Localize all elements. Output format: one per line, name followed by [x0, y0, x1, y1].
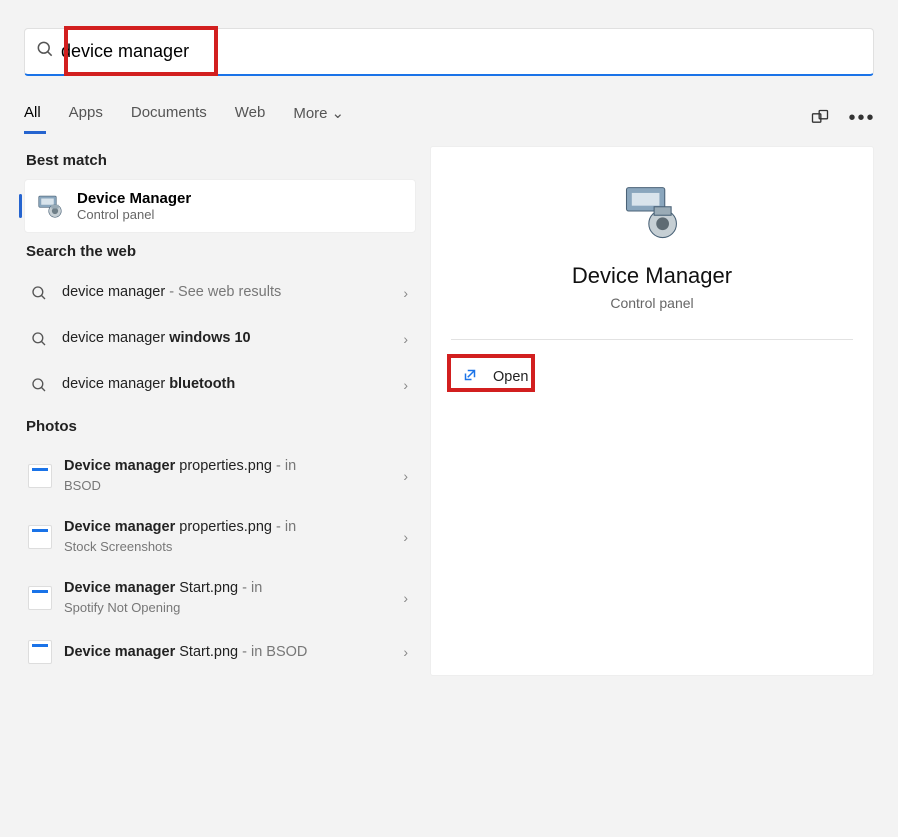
search-icon — [28, 374, 50, 396]
web-result-text: device manager windows 10 — [62, 329, 391, 349]
photo-result-2[interactable]: Device manager Start.png - inSpotify Not… — [24, 567, 416, 628]
tab-documents[interactable]: Documents — [131, 104, 207, 132]
file-thumbnail-icon — [28, 464, 52, 488]
search-icon — [35, 39, 61, 64]
detail-panel: Device Manager Control panel Open — [430, 146, 874, 676]
detail-subtitle: Control panel — [451, 295, 853, 311]
device-manager-icon — [35, 191, 65, 221]
device-manager-large-icon — [451, 177, 853, 245]
window-snap-icon[interactable] — [808, 106, 832, 130]
results-panel: Best match Device Manager Control panel … — [24, 146, 416, 676]
best-match-item[interactable]: Device Manager Control panel — [24, 179, 416, 233]
section-photos: Photos — [26, 418, 416, 435]
photo-result-text: Device manager Start.png - in BSOD — [64, 643, 391, 663]
tab-apps[interactable]: Apps — [69, 104, 103, 132]
photo-result-3[interactable]: Device manager Start.png - in BSOD › — [24, 628, 416, 676]
search-icon — [28, 328, 50, 350]
tab-all[interactable]: All — [24, 104, 41, 132]
chevron-right-icon: › — [403, 285, 408, 301]
photo-result-text: Device manager properties.png - inBSOD — [64, 457, 391, 494]
photo-result-0[interactable]: Device manager properties.png - inBSOD › — [24, 445, 416, 506]
tab-web[interactable]: Web — [235, 104, 266, 132]
file-thumbnail-icon — [28, 586, 52, 610]
open-label: Open — [493, 369, 528, 385]
search-input[interactable] — [61, 41, 863, 62]
chevron-right-icon: › — [403, 644, 408, 660]
web-result-text: device manager bluetooth — [62, 375, 391, 395]
photo-result-text: Device manager properties.png - inStock … — [64, 518, 391, 555]
web-result-text: device manager - See web results — [62, 283, 391, 303]
open-external-icon — [461, 366, 479, 388]
chevron-right-icon: › — [403, 590, 408, 606]
best-match-subtitle: Control panel — [77, 207, 191, 222]
web-result-2[interactable]: device manager bluetooth › — [24, 362, 416, 408]
more-options-icon[interactable]: ••• — [850, 106, 874, 130]
best-match-title: Device Manager — [77, 190, 191, 207]
search-icon — [28, 282, 50, 304]
web-result-0[interactable]: device manager - See web results › — [24, 270, 416, 316]
photo-result-1[interactable]: Device manager properties.png - inStock … — [24, 506, 416, 567]
section-web: Search the web — [26, 243, 416, 260]
tab-more[interactable]: More ⌄ — [293, 104, 344, 132]
web-result-1[interactable]: device manager windows 10 › — [24, 316, 416, 362]
detail-title: Device Manager — [451, 263, 853, 289]
chevron-right-icon: › — [403, 377, 408, 393]
file-thumbnail-icon — [28, 640, 52, 664]
file-thumbnail-icon — [28, 525, 52, 549]
chevron-right-icon: › — [403, 468, 408, 484]
divider — [451, 339, 853, 340]
chevron-right-icon: › — [403, 331, 408, 347]
search-box[interactable] — [24, 28, 874, 76]
section-best-match: Best match — [26, 152, 416, 169]
photo-result-text: Device manager Start.png - inSpotify Not… — [64, 579, 391, 616]
tab-more-label: More — [293, 105, 327, 122]
chevron-down-icon: ⌄ — [332, 105, 345, 122]
chevron-right-icon: › — [403, 529, 408, 545]
open-button[interactable]: Open — [451, 360, 538, 394]
